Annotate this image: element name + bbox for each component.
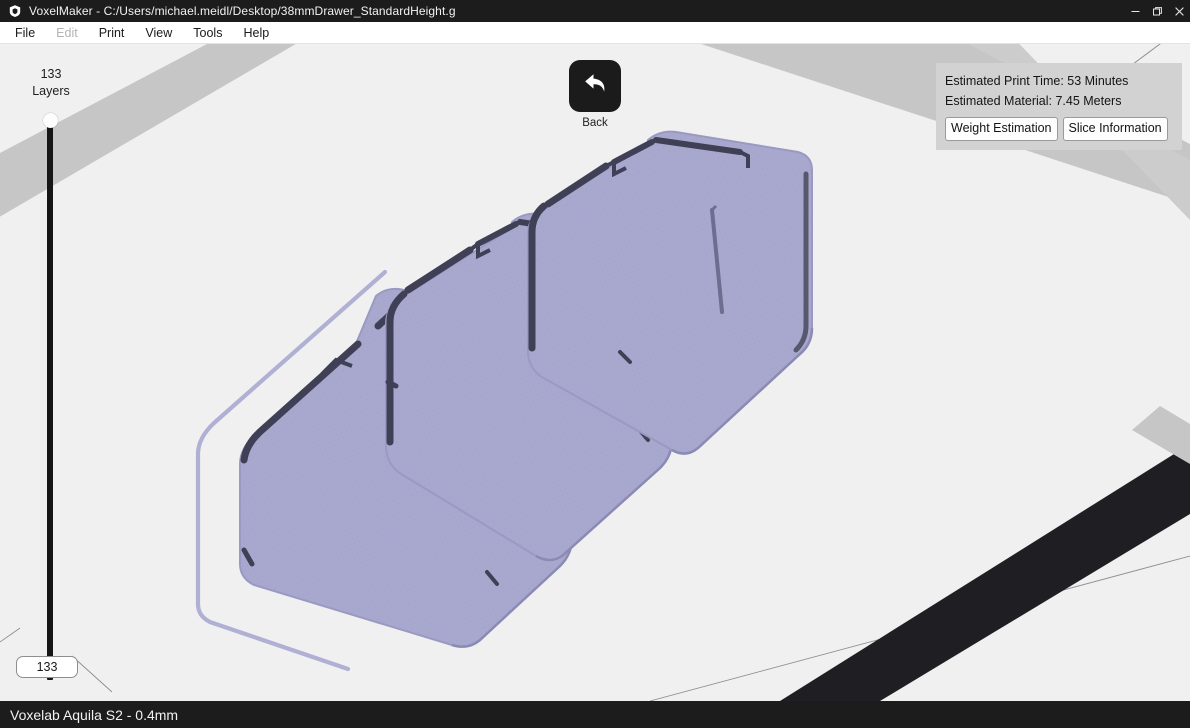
- menu-item-edit: Edit: [47, 24, 87, 42]
- menu-bar: File Edit Print View Tools Help: [0, 22, 1190, 44]
- weight-estimation-button[interactable]: Weight Estimation: [945, 117, 1058, 141]
- window-controls: [1124, 0, 1190, 22]
- close-icon[interactable]: [1168, 0, 1190, 22]
- print-info-panel: Estimated Print Time: 53 Minutes Estimat…: [936, 63, 1182, 150]
- window-title: VoxelMaker - C:/Users/michael.meidl/Desk…: [29, 4, 456, 18]
- estimated-material: Estimated Material: 7.45 Meters: [945, 91, 1173, 111]
- printer-status-label: Voxelab Aquila S2 - 0.4mm: [10, 707, 178, 723]
- layer-slider-caption: 133 Layers: [20, 66, 82, 100]
- back-button-label: Back: [569, 117, 621, 129]
- voxelmaker-logo-icon: [8, 4, 22, 18]
- panel-button-row: Weight Estimation Slice Information: [945, 117, 1173, 141]
- slice-information-button[interactable]: Slice Information: [1063, 117, 1168, 141]
- back-control-group: Back: [569, 60, 621, 129]
- back-button[interactable]: [569, 60, 621, 112]
- layer-number-input[interactable]: 133: [16, 656, 78, 678]
- menu-item-help[interactable]: Help: [234, 24, 278, 42]
- layer-slider-handle[interactable]: [43, 113, 58, 128]
- layer-slider-unit-label: Layers: [20, 83, 82, 100]
- menu-item-file[interactable]: File: [6, 24, 44, 42]
- minimize-icon[interactable]: [1124, 0, 1146, 22]
- status-bar: Voxelab Aquila S2 - 0.4mm: [0, 701, 1190, 728]
- restore-icon[interactable]: [1146, 0, 1168, 22]
- menu-item-tools[interactable]: Tools: [184, 24, 231, 42]
- layer-slider-value-label: 133: [20, 66, 82, 83]
- back-arrow-icon: [580, 70, 610, 103]
- layer-slider-control[interactable]: 133 Layers 133: [20, 44, 82, 701]
- title-bar: VoxelMaker - C:/Users/michael.meidl/Desk…: [0, 0, 1190, 22]
- 3d-viewport[interactable]: 133 Layers 133 Back Estimated Print Time…: [0, 44, 1190, 701]
- menu-item-view[interactable]: View: [136, 24, 181, 42]
- menu-item-print[interactable]: Print: [90, 24, 134, 42]
- voxelmaker-window: VoxelMaker - C:/Users/michael.meidl/Desk…: [0, 0, 1190, 728]
- layer-slider-track[interactable]: [47, 120, 53, 680]
- estimated-print-time: Estimated Print Time: 53 Minutes: [945, 71, 1173, 91]
